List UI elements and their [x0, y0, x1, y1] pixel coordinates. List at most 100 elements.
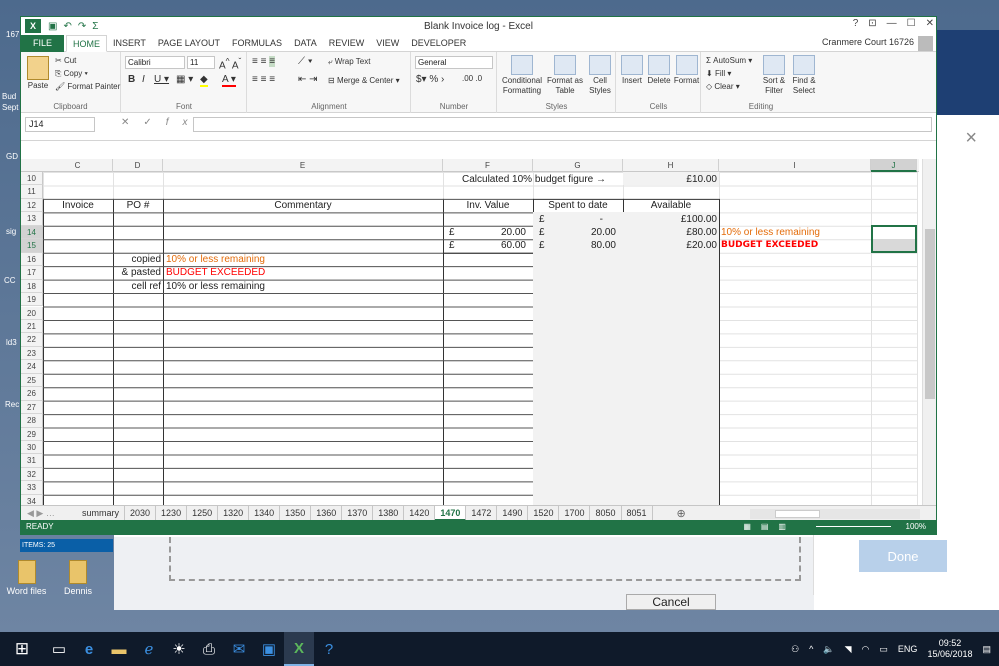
- start-windows-icon[interactable]: ⊞: [0, 632, 44, 666]
- desktop-label[interactable]: 167: [6, 30, 19, 39]
- internet-explorer-icon[interactable]: ℯ: [134, 632, 164, 666]
- row-header[interactable]: 26: [21, 387, 43, 401]
- calc-label-cell[interactable]: Calculated 10% budget figure →: [401, 173, 606, 186]
- maximize-icon[interactable]: ☐: [907, 18, 916, 29]
- conditional-formatting-button[interactable]: Conditional Formatting: [500, 55, 544, 96]
- cut-button[interactable]: ✂ Cut: [55, 56, 76, 65]
- cell-d18[interactable]: cell ref: [113, 280, 161, 293]
- insert-button[interactable]: Insert: [619, 55, 645, 86]
- sort-filter-button[interactable]: Sort & Filter: [760, 55, 788, 96]
- grow-font-button[interactable]: A^ Aˇ: [219, 56, 241, 71]
- sheet-tab[interactable]: 1490: [497, 506, 529, 521]
- redo-icon[interactable]: ↷: [78, 21, 86, 32]
- desktop-label[interactable]: CC: [4, 276, 16, 285]
- cancel-button[interactable]: Cancel: [626, 594, 716, 610]
- fill-color-icon[interactable]: ◆: [200, 74, 208, 87]
- currency-icon[interactable]: $▾ % ›: [416, 74, 444, 85]
- row-header[interactable]: 11: [21, 185, 43, 199]
- tray-chevron-icon[interactable]: ^: [809, 644, 813, 654]
- sheet-tab[interactable]: 1700: [559, 506, 591, 521]
- ribbon-display-icon[interactable]: ⊡: [868, 18, 876, 29]
- sheet-tab[interactable]: 1230: [156, 506, 188, 521]
- align-left-icon[interactable]: ≡ ≡ ≡: [252, 74, 275, 85]
- cell-i15[interactable]: BUDGET EXCEEDED: [721, 239, 818, 252]
- printer-icon[interactable]: ⎙: [194, 632, 224, 666]
- sheet-tab[interactable]: 1320: [218, 506, 250, 521]
- sheet-tab[interactable]: 1340: [249, 506, 281, 521]
- merge-center-button[interactable]: ⊟ Merge & Center ▾: [328, 76, 400, 85]
- sheet-tab[interactable]: 1470: [435, 506, 467, 521]
- desktop-label[interactable]: GD: [6, 152, 18, 161]
- bold-button[interactable]: B: [128, 74, 135, 85]
- borders-icon[interactable]: ▦ ▾: [176, 74, 193, 85]
- desktop-label[interactable]: Sept: [2, 103, 18, 112]
- header-po[interactable]: PO #: [113, 199, 163, 212]
- name-box[interactable]: J14: [25, 117, 95, 132]
- sheet-tab[interactable]: 1380: [373, 506, 405, 521]
- row-header[interactable]: 18: [21, 279, 43, 294]
- clear-button[interactable]: ◇ Clear ▾: [706, 82, 740, 91]
- cell-e17[interactable]: BUDGET EXCEEDED: [166, 266, 265, 279]
- sheet-tab[interactable]: 1250: [187, 506, 219, 521]
- save-icon[interactable]: ▣: [48, 21, 57, 32]
- vertical-scroll-thumb[interactable]: [925, 229, 935, 399]
- row-header[interactable]: 30: [21, 441, 43, 455]
- format-as-table-button[interactable]: Format as Table: [546, 55, 584, 96]
- row-header[interactable]: 23: [21, 346, 43, 361]
- row-header[interactable]: 28: [21, 414, 43, 428]
- row-header[interactable]: 22: [21, 333, 43, 347]
- tab-file[interactable]: FILE: [21, 34, 65, 52]
- align-top-icon[interactable]: ≡ ≡ ≡: [252, 56, 276, 67]
- zoom-level[interactable]: 100%: [906, 520, 926, 534]
- column-header[interactable]: E: [163, 159, 443, 172]
- cell-g14[interactable]: 20.00: [533, 226, 616, 239]
- column-header-selected[interactable]: J: [871, 159, 917, 172]
- cell-g13[interactable]: -: [533, 213, 603, 226]
- undo-icon[interactable]: ↶: [63, 21, 71, 32]
- copy-button[interactable]: ⎘ Copy ▾: [55, 69, 88, 79]
- notifications-icon[interactable]: ▤: [982, 644, 991, 655]
- minimize-icon[interactable]: —: [887, 18, 897, 29]
- paste-button[interactable]: Paste: [25, 56, 51, 91]
- volume-icon[interactable]: 🔈: [823, 644, 834, 655]
- help-app-icon[interactable]: ?: [314, 632, 344, 666]
- font-color-icon[interactable]: A ▾: [222, 74, 236, 87]
- sheet-nav-arrows[interactable]: ◀ ▶ …: [21, 508, 77, 519]
- cell-d16[interactable]: copied: [113, 253, 161, 266]
- orientation-icon[interactable]: ⟋ ▾: [298, 56, 313, 67]
- desktop-icon-dennis[interactable]: Dennis: [58, 560, 98, 596]
- header-invoice[interactable]: Invoice: [43, 199, 113, 212]
- tab-developer[interactable]: DEVELOPER: [405, 35, 472, 52]
- row-header[interactable]: 33: [21, 481, 43, 495]
- sheet-tab[interactable]: 8050: [590, 506, 622, 521]
- row-header[interactable]: 16: [21, 252, 43, 267]
- row-header[interactable]: 24: [21, 360, 43, 374]
- italic-button[interactable]: I: [142, 74, 145, 85]
- header-available[interactable]: Available: [623, 199, 719, 212]
- desktop-icon-word-files[interactable]: Word files: [4, 560, 49, 596]
- column-header[interactable]: I: [719, 159, 871, 172]
- cancel-entry-icon[interactable]: ✕: [121, 117, 143, 128]
- sum-icon[interactable]: Σ: [92, 21, 98, 32]
- tab-formulas[interactable]: FORMULAS: [226, 35, 288, 52]
- desktop-label[interactable]: Bud: [2, 92, 16, 101]
- people-icon[interactable]: ⚇: [791, 644, 799, 655]
- sheet-tab[interactable]: 2030: [125, 506, 157, 521]
- column-header[interactable]: D: [113, 159, 163, 172]
- edge-browser-icon[interactable]: e: [74, 632, 104, 666]
- font-name-select[interactable]: Calibri: [125, 56, 185, 69]
- row-header[interactable]: 19: [21, 293, 43, 307]
- sheet-tab[interactable]: 1370: [342, 506, 374, 521]
- header-spent[interactable]: Spent to date: [533, 199, 623, 212]
- autosum-button[interactable]: Σ AutoSum ▾: [706, 56, 752, 65]
- cell-h15[interactable]: £20.00: [623, 239, 717, 252]
- column-header[interactable]: G: [533, 159, 623, 172]
- drop-zone[interactable]: [169, 537, 801, 581]
- fill-button[interactable]: ⬇ Fill ▾: [706, 69, 731, 78]
- close-icon[interactable]: ✕: [926, 18, 934, 29]
- outlook-icon[interactable]: ✉: [224, 632, 254, 666]
- header-inv-value[interactable]: Inv. Value: [443, 199, 533, 212]
- header-commentary[interactable]: Commentary: [163, 199, 443, 212]
- desktop-label[interactable]: ld3: [6, 338, 17, 347]
- desktop-label[interactable]: sig: [6, 227, 16, 236]
